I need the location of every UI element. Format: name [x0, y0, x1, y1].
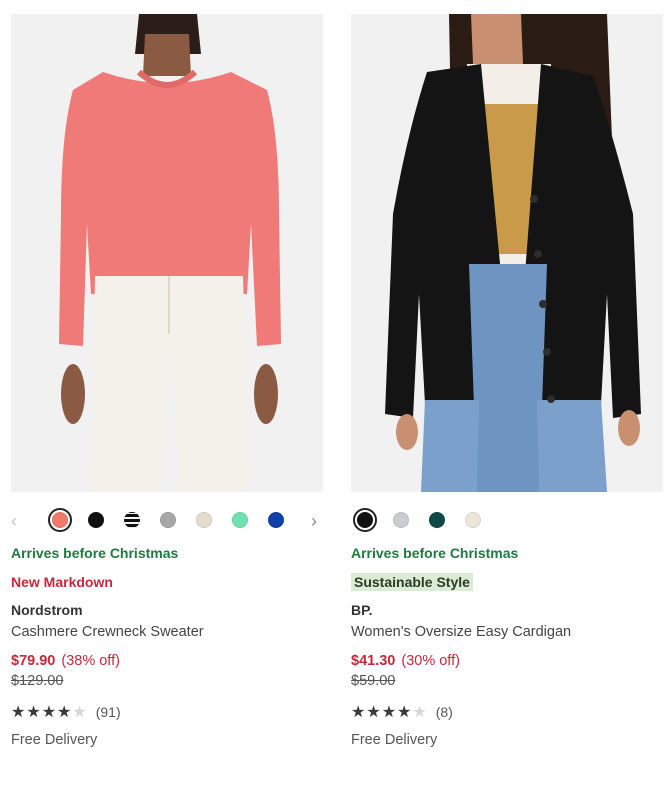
sale-price: $41.30: [351, 653, 396, 669]
color-swatches: [351, 502, 663, 538]
original-price: $59.00: [351, 673, 396, 689]
product-image[interactable]: [351, 14, 663, 492]
rating[interactable]: ★★★★★ ★★★★★ (91): [11, 702, 323, 722]
discount-percent: (30% off): [401, 653, 460, 669]
product-name[interactable]: Women's Oversize Easy Cardigan: [351, 622, 663, 642]
brand-name[interactable]: Nordstrom: [11, 600, 323, 620]
product-card[interactable]: ‹ › Arrives before Christmas New Markdow…: [11, 14, 323, 750]
star-icon: ★★★★★: [11, 704, 73, 721]
rating[interactable]: ★★★★★ ★★★★★ (8): [351, 702, 663, 722]
star-rating: ★★★★★ ★★★★★: [11, 703, 88, 723]
chevron-left-icon[interactable]: ‹: [11, 512, 25, 530]
product-card[interactable]: Arrives before Christmas Sustainable Sty…: [351, 14, 663, 750]
color-swatch-selected[interactable]: [48, 508, 72, 532]
color-swatch[interactable]: [192, 508, 216, 532]
color-swatch[interactable]: [84, 508, 108, 532]
color-swatch[interactable]: [389, 508, 413, 532]
color-swatches: ‹ ›: [11, 502, 323, 538]
color-swatch[interactable]: [156, 508, 180, 532]
product-name[interactable]: Cashmere Crewneck Sweater: [11, 622, 323, 642]
promo-tag: Sustainable Style: [351, 572, 663, 592]
color-swatch[interactable]: [120, 508, 144, 532]
promo-tag: New Markdown: [11, 574, 113, 590]
brand-name[interactable]: BP.: [351, 600, 663, 620]
discount-percent: (38% off): [61, 653, 120, 669]
color-swatch[interactable]: [425, 508, 449, 532]
color-swatch[interactable]: [228, 508, 252, 532]
color-swatch[interactable]: [264, 508, 288, 532]
original-price: $129.00: [11, 673, 64, 689]
color-swatch[interactable]: [461, 508, 485, 532]
delivery-promise: Arrives before Christmas: [351, 545, 519, 561]
review-count: (91): [95, 704, 121, 720]
price-row: $79.90 (38% off): [11, 651, 323, 671]
sustainable-style-badge: Sustainable Style: [351, 573, 473, 591]
chevron-right-icon[interactable]: ›: [311, 512, 325, 530]
delivery-promise: Arrives before Christmas: [11, 545, 179, 561]
sale-price: $79.90: [11, 653, 56, 669]
product-image[interactable]: [11, 14, 323, 492]
pink-sweater-illustration: [11, 14, 323, 492]
shipping-info: Free Delivery: [11, 732, 98, 748]
review-count: (8): [435, 704, 453, 720]
shipping-info: Free Delivery: [351, 732, 438, 748]
price-row: $41.30 (30% off): [351, 651, 663, 671]
black-cardigan-illustration: [351, 14, 663, 492]
color-swatch-selected[interactable]: [353, 508, 377, 532]
star-icon: ★★★★★: [351, 704, 413, 721]
star-rating: ★★★★★ ★★★★★: [351, 703, 428, 723]
